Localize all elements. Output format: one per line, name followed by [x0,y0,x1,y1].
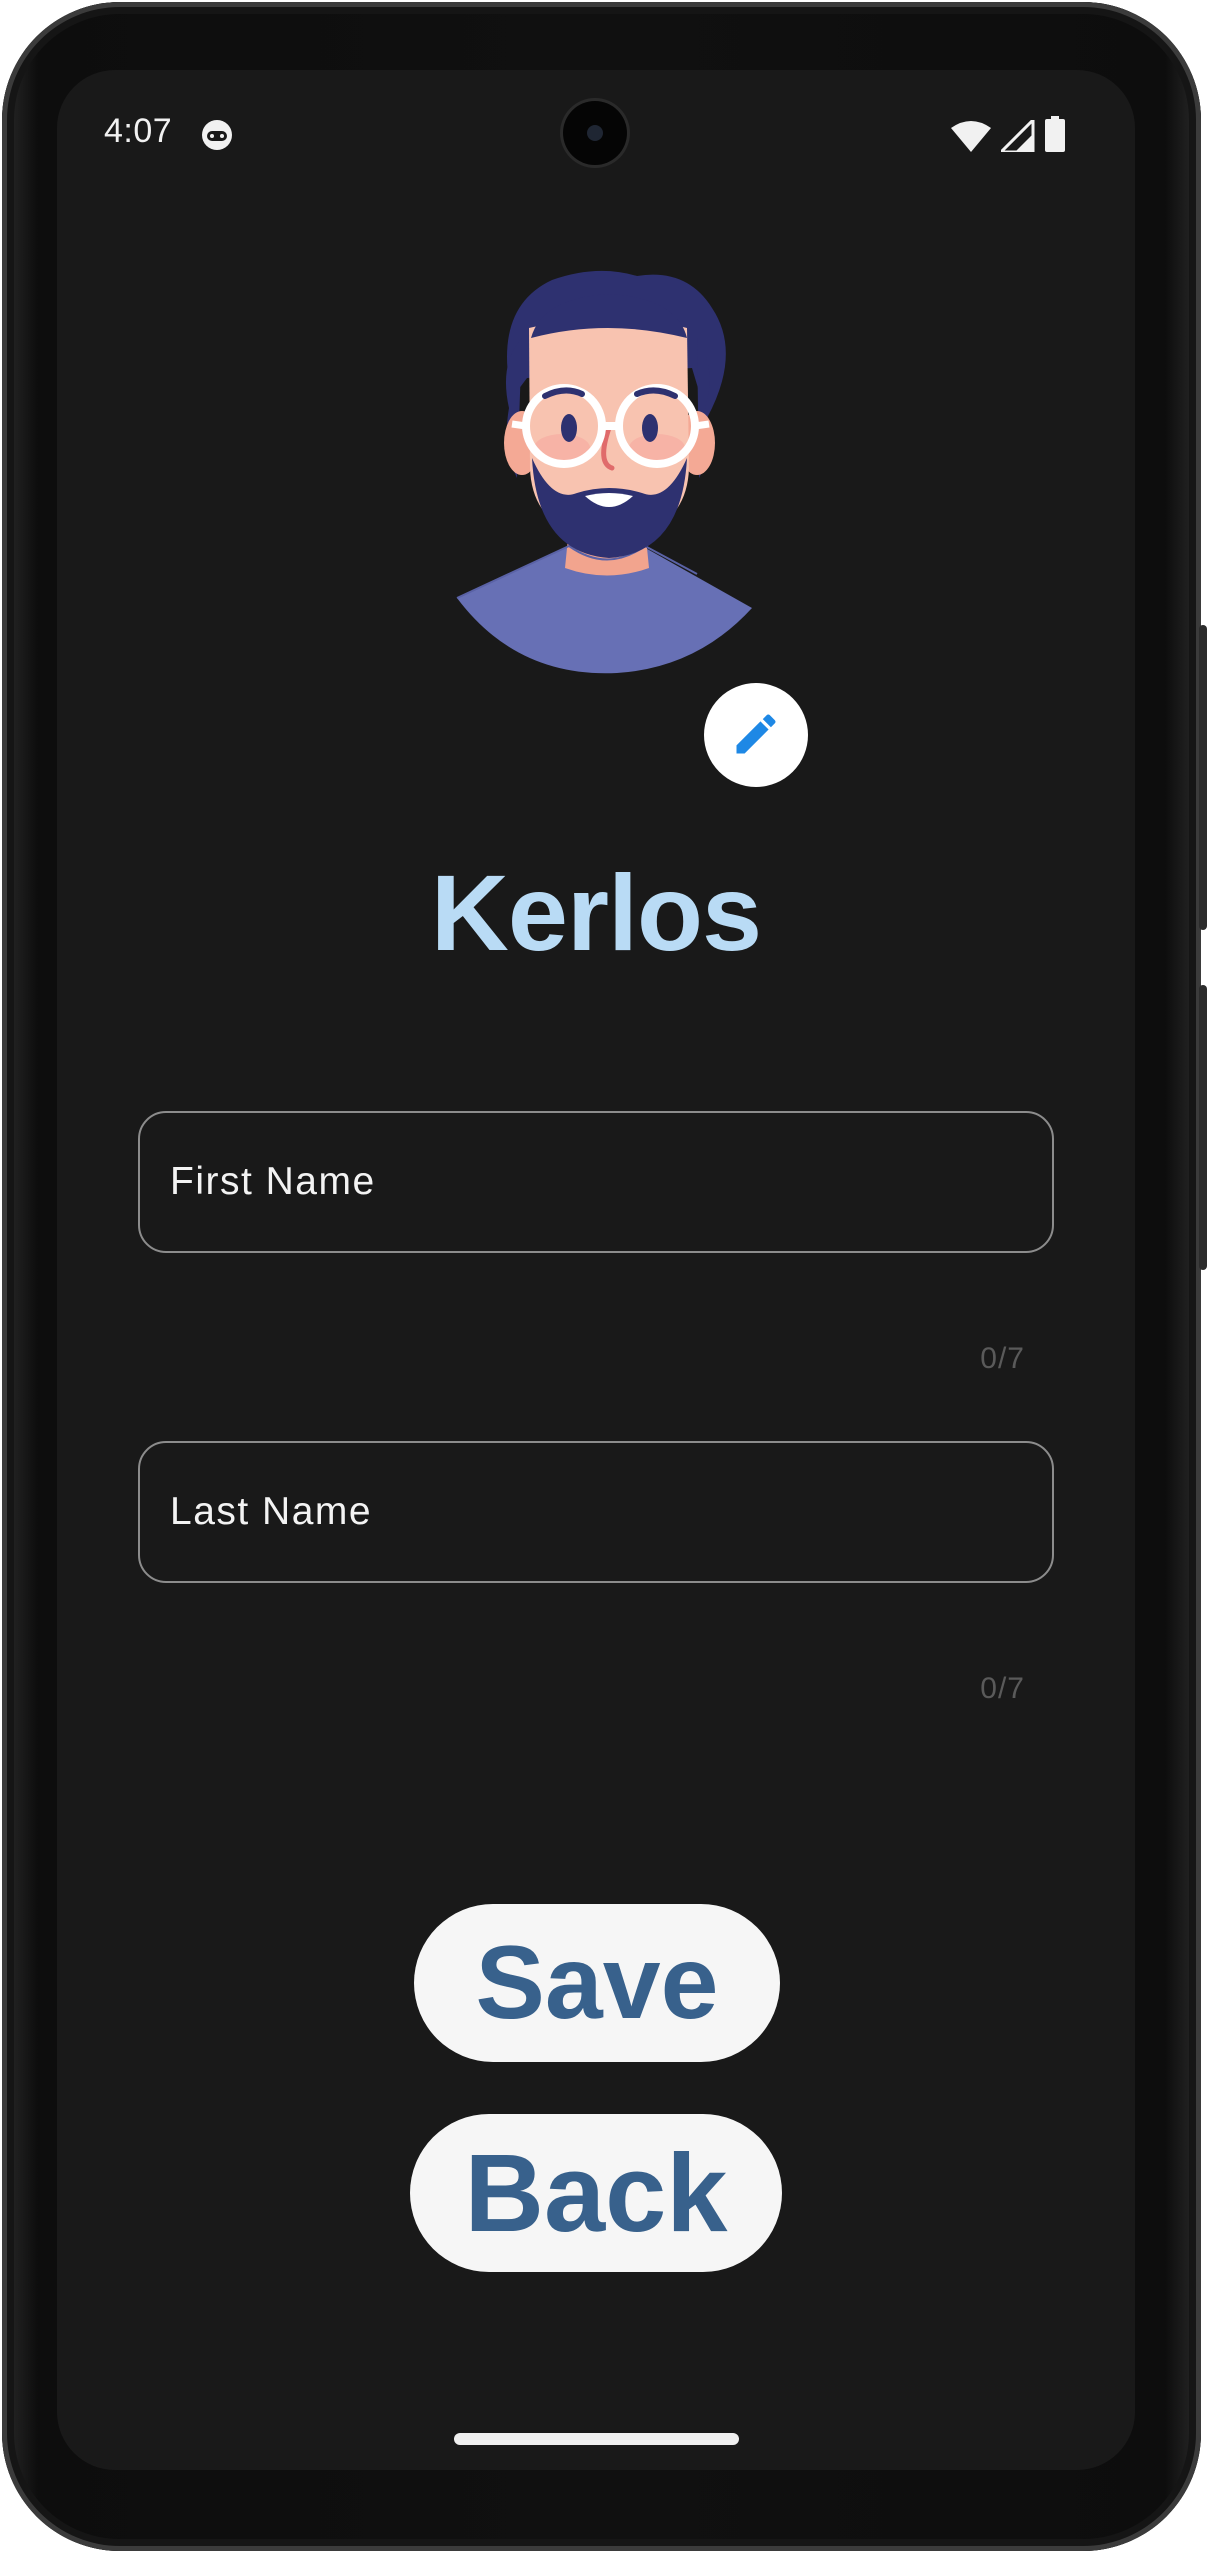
bearded-man-avatar [397,268,817,678]
last-name-field[interactable] [138,1441,1054,1583]
volume-button [1199,985,1207,1270]
last-name-counter: 0/7 [980,1672,1025,1705]
status-time: 4:07 [104,112,173,150]
power-button [1199,625,1207,930]
front-camera [563,101,627,165]
notification-cat-icon [200,118,234,157]
battery-icon [1045,116,1065,157]
last-name-input[interactable] [140,1443,1052,1581]
back-button[interactable]: Back [410,2114,782,2272]
first-name-field[interactable] [138,1111,1054,1253]
home-indicator[interactable] [454,2433,739,2445]
app-screen: 4:07 Kerlos First Name 0/7 Last Name 0/7… [57,70,1135,2470]
pencil-icon [730,708,782,763]
first-name-counter: 0/7 [980,1342,1025,1375]
edit-avatar-button[interactable] [704,683,808,787]
status-bar: 4:07 [57,70,1135,200]
save-button[interactable]: Save [414,1904,780,2062]
cellular-signal-icon [997,116,1035,157]
wifi-icon [951,120,991,157]
first-name-input[interactable] [140,1113,1052,1251]
system-icons [951,116,1065,157]
profile-name: Kerlos [430,852,762,973]
